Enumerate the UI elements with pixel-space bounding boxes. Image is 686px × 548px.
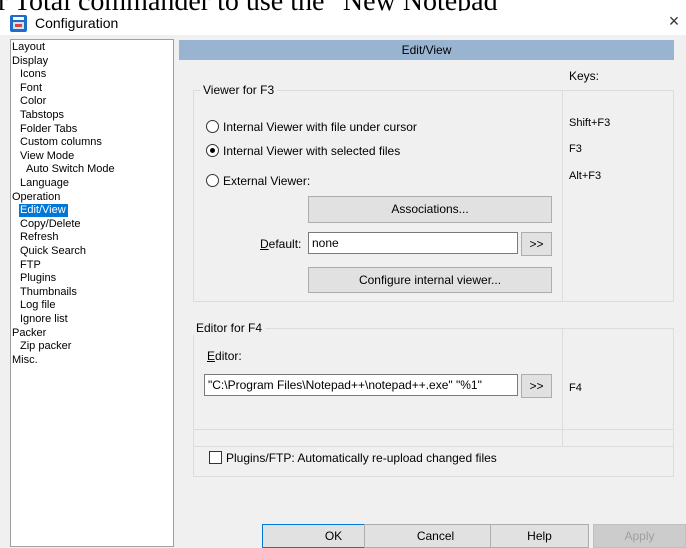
tree-item-misc[interactable]: Misc. — [11, 354, 40, 367]
category-tree[interactable]: Layout Display Icons Font Color Tabstops Folde… — [10, 39, 174, 547]
page-title: Edit/View — [179, 40, 674, 60]
close-icon[interactable]: × — [664, 11, 684, 32]
default-viewer-browse-button[interactable]: >> — [521, 232, 552, 256]
tree-item-refresh[interactable]: Refresh — [19, 231, 61, 244]
tree-item-quick-search[interactable]: Quick Search — [19, 245, 88, 258]
radio-selected-dot — [210, 148, 215, 153]
editor-group-title: Editor for F4 — [193, 321, 266, 335]
radio-external-viewer-label: External Viewer: — [223, 174, 311, 188]
window-title: Configuration — [35, 15, 119, 31]
configure-viewer-button[interactable]: Configure internal viewer... — [308, 267, 552, 293]
key-shift-f3: Shift+F3 — [569, 117, 611, 129]
keys-header: Keys: — [569, 69, 600, 83]
tree-item-ignore-list[interactable]: Ignore list — [19, 313, 70, 326]
radio-internal-selected-label: Internal Viewer with selected files — [223, 144, 401, 158]
tree-item-color[interactable]: Color — [19, 95, 48, 108]
tree-item-zip-packer[interactable]: Zip packer — [19, 340, 73, 353]
ftp-reupload-label: Plugins/FTP: Automatically re-upload cha… — [226, 451, 497, 465]
tree-item-display[interactable]: Display — [11, 55, 50, 68]
tree-item-thumbnails[interactable]: Thumbnails — [19, 286, 79, 299]
tree-item-ftp[interactable]: FTP — [19, 259, 43, 272]
viewer-group-title: Viewer for F3 — [200, 83, 278, 97]
radio-external-viewer[interactable] — [206, 174, 219, 187]
radio-internal-cursor[interactable] — [206, 120, 219, 133]
tree-item-copy-delete[interactable]: Copy/Delete — [19, 218, 83, 231]
tree-item-operation[interactable]: Operation — [11, 191, 62, 204]
editor-browse-button[interactable]: >> — [521, 374, 552, 398]
tree-item-folder-tabs[interactable]: Folder Tabs — [19, 123, 79, 136]
radio-internal-cursor-label: Internal Viewer with file under cursor — [223, 120, 417, 134]
tree-item-plugins[interactable]: Plugins — [19, 272, 58, 285]
tree-item-auto-switch-mode[interactable]: Auto Switch Mode — [25, 163, 117, 176]
app-icon — [10, 15, 27, 32]
default-label: Default: — [260, 237, 302, 251]
key-f3: F3 — [569, 143, 582, 155]
default-viewer-input[interactable]: none — [308, 232, 518, 254]
tree-item-custom-columns[interactable]: Custom columns — [19, 136, 104, 149]
ftp-reupload-checkbox[interactable] — [209, 451, 222, 464]
apply-button: Apply — [593, 524, 686, 548]
tree-item-tabstops[interactable]: Tabstops — [19, 109, 66, 122]
tree-item-view-mode[interactable]: View Mode — [19, 150, 76, 163]
title-bar: Configuration × — [0, 11, 686, 35]
editor-path-input[interactable]: "C:\Program Files\Notepad++\notepad++.ex… — [204, 374, 518, 396]
key-alt-f3: Alt+F3 — [569, 170, 602, 182]
tree-item-log-file[interactable]: Log file — [19, 299, 57, 312]
tree-item-font[interactable]: Font — [19, 82, 44, 95]
cancel-button[interactable]: Cancel — [364, 524, 507, 548]
help-button[interactable]: Help — [490, 524, 589, 548]
associations-button[interactable]: Associations... — [308, 196, 552, 223]
key-f4: F4 — [569, 382, 582, 394]
tree-item-edit-view[interactable]: Edit/View — [19, 204, 68, 218]
tree-item-language[interactable]: Language — [19, 177, 71, 190]
editor-label: Editor: — [207, 349, 242, 363]
radio-internal-selected[interactable] — [206, 144, 219, 157]
dialog-body: Layout Display Icons Font Color Tabstops Folde… — [0, 35, 686, 548]
tree-item-layout[interactable]: Layout — [11, 41, 47, 54]
tree-item-packer[interactable]: Packer — [11, 327, 48, 340]
tree-item-icons[interactable]: Icons — [19, 68, 48, 81]
